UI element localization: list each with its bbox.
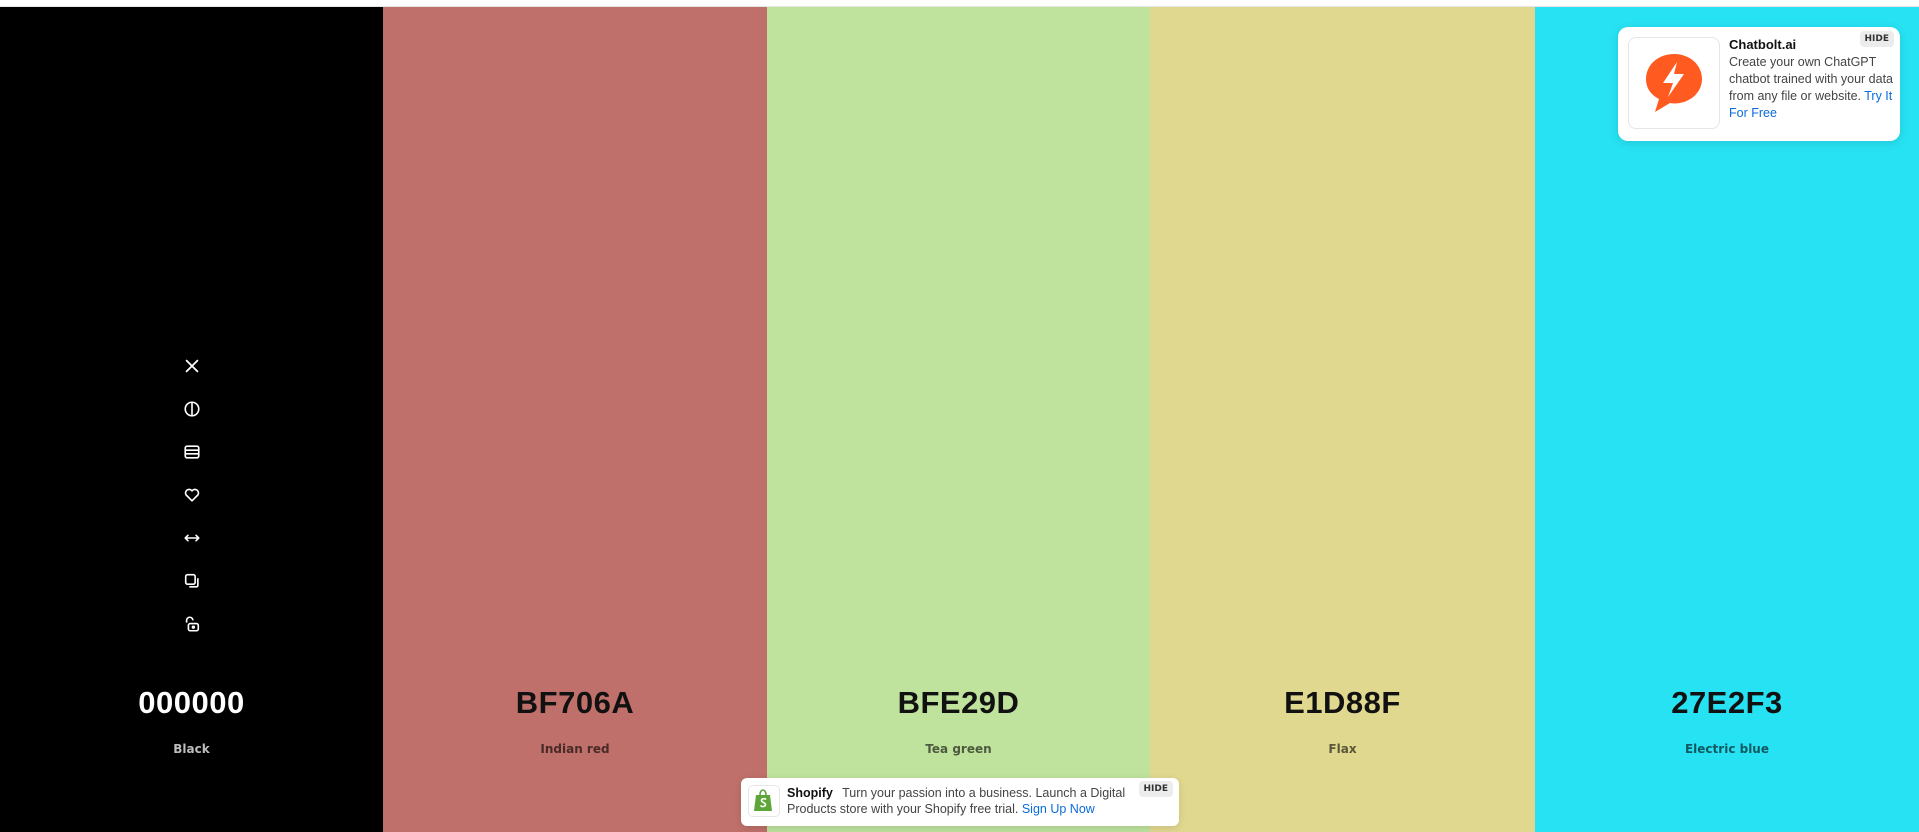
color-column-indian-red[interactable]: BF706A Indian red	[383, 7, 767, 832]
color-column-black[interactable]: 000000 Black	[0, 7, 383, 832]
hide-ad-button[interactable]: HIDE	[1138, 781, 1173, 797]
chatbolt-logo	[1628, 37, 1720, 129]
ad-cta-link[interactable]: Sign Up Now	[1022, 802, 1095, 816]
remove-color-icon[interactable]	[181, 355, 203, 377]
shopify-ad[interactable]: Shopify Turn your passion into a busines…	[741, 778, 1179, 826]
shopify-logo	[748, 785, 780, 817]
lock-icon[interactable]	[181, 613, 203, 635]
color-name: Flax	[1328, 742, 1357, 756]
color-name: Electric blue	[1684, 742, 1769, 756]
color-hex[interactable]: BF706A	[383, 685, 767, 721]
hide-ad-button[interactable]: HIDE	[1859, 31, 1894, 47]
color-hex[interactable]: BFE29D	[767, 685, 1150, 721]
shopify-bag-icon	[754, 789, 772, 811]
color-hex[interactable]: E1D88F	[1150, 685, 1535, 721]
copy-icon[interactable]	[181, 570, 203, 592]
swap-icon[interactable]	[181, 527, 203, 549]
color-name: Indian red	[540, 742, 610, 756]
color-name: Black	[173, 742, 210, 756]
color-hex[interactable]: 000000	[0, 685, 383, 721]
ad-brand: Chatbolt.ai	[1729, 37, 1797, 52]
ad-text: Create your own ChatGPT chatbot trained …	[1729, 54, 1894, 122]
color-hex[interactable]: 27E2F3	[1535, 685, 1919, 721]
chatbolt-logo-icon	[1646, 54, 1702, 112]
ad-brand: Shopify	[787, 786, 833, 800]
shades-icon[interactable]	[181, 398, 203, 420]
chatbolt-ad[interactable]: Chatbolt.ai Create your own ChatGPT chat…	[1618, 27, 1900, 141]
top-bar	[0, 0, 1919, 7]
color-column-tea-green[interactable]: BFE29D Tea green	[767, 7, 1150, 832]
heart-icon[interactable]	[181, 484, 203, 506]
color-column-flax[interactable]: E1D88F Flax	[1150, 7, 1535, 832]
color-name: Tea green	[925, 742, 992, 756]
drag-icon[interactable]	[181, 441, 203, 463]
color-tools	[181, 355, 203, 635]
ad-text: Shopify Turn your passion into a busines…	[787, 785, 1137, 817]
